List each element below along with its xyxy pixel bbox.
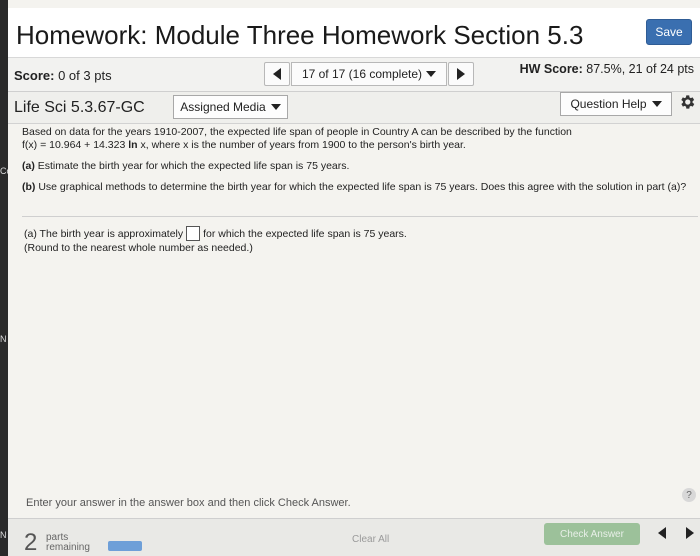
edge-letter-n1: N: [0, 334, 7, 344]
edge-letter-n2: N: [0, 530, 7, 540]
save-button[interactable]: Save: [646, 19, 692, 45]
birth-year-input[interactable]: [186, 226, 201, 241]
clear-all-button[interactable]: Clear All: [352, 534, 389, 545]
homework-window: Homework: Module Three Homework Section …: [8, 0, 700, 556]
question-selector-label: 17 of 17 (16 complete): [301, 67, 423, 81]
footer-bar: 2 parts remaining Clear All Check Answer: [8, 518, 700, 556]
divider: [22, 216, 698, 217]
score-display: Score: 0 of 3 pts: [14, 68, 112, 83]
parts-remaining-text: parts remaining: [46, 532, 90, 553]
next-question-button[interactable]: [448, 62, 474, 86]
parts-progress-bar: [108, 541, 142, 551]
gear-icon[interactable]: [678, 93, 696, 111]
arrow-right-icon: [457, 68, 465, 80]
question-part-b: (b) Use graphical methods to determine t…: [22, 181, 687, 193]
score-value: 0 of 3 pts: [58, 68, 112, 83]
question-selector[interactable]: 17 of 17 (16 complete): [291, 62, 447, 86]
parts-remaining-count: 2: [24, 529, 38, 556]
assigned-media-button[interactable]: Assigned Media: [173, 95, 288, 119]
answer-line: (a) The birth year is approximately for …: [24, 226, 684, 241]
problem-name: Life Sci 5.3.67-GC: [14, 99, 145, 116]
score-label: Score:: [14, 68, 55, 83]
problem-bar: Life Sci 5.3.67-GC Assigned Media Questi…: [8, 92, 700, 124]
answer-rounding-note: (Round to the nearest whole number as ne…: [24, 242, 253, 254]
question-part-a: (a) Estimate the birth year for which th…: [22, 160, 350, 172]
score-bar: Score: 0 of 3 pts 17 of 17 (16 complete)…: [8, 58, 700, 92]
footer-previous-arrow-icon[interactable]: [658, 527, 666, 539]
hw-score-value: 87.5%, 21 of 24 pts: [586, 62, 694, 76]
instruction-text: Enter your answer in the answer box and …: [26, 497, 351, 509]
footer-next-arrow-icon[interactable]: [686, 527, 694, 539]
check-answer-button[interactable]: Check Answer: [544, 523, 640, 545]
caret-down-icon: [651, 101, 662, 107]
header: Homework: Module Three Homework Section …: [8, 8, 700, 58]
question-intro: Based on data for the years 1910-2007, t…: [22, 126, 572, 151]
assigned-media-label: Assigned Media: [180, 100, 266, 114]
question-content: Based on data for the years 1910-2007, t…: [22, 126, 698, 202]
question-help-button[interactable]: Question Help: [560, 92, 672, 116]
arrow-left-icon: [273, 68, 281, 80]
previous-question-button[interactable]: [264, 62, 290, 86]
question-help-label: Question Help: [570, 97, 647, 111]
page-title: Homework: Module Three Homework Section …: [16, 20, 584, 50]
hw-score-display: HW Score: 87.5%, 21 of 24 pts: [520, 62, 694, 76]
answer-prefix: (a) The birth year is approximately: [24, 227, 184, 240]
hw-score-label: HW Score:: [519, 62, 583, 76]
answer-suffix: for which the expected life span is 75 y…: [203, 227, 407, 240]
caret-down-icon: [270, 104, 281, 110]
help-icon[interactable]: ?: [682, 488, 696, 502]
caret-down-icon: [426, 71, 437, 77]
answer-area: (a) The birth year is approximately for …: [24, 226, 684, 255]
